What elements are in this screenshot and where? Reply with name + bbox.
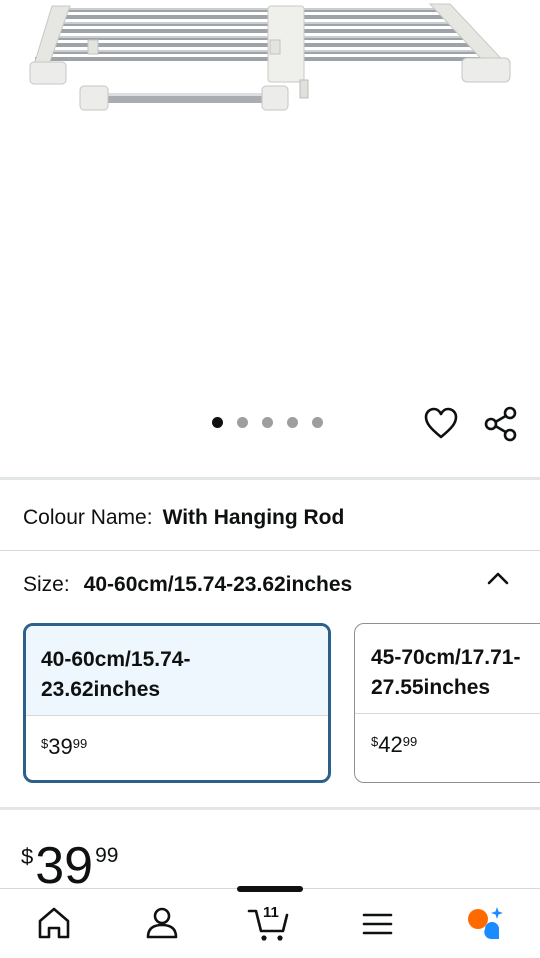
colour-value: With Hanging Rod: [162, 506, 345, 529]
heart-icon: [424, 407, 458, 439]
price-whole: 39: [35, 837, 94, 895]
colour-label: Colour Name:: [23, 506, 153, 529]
currency-symbol: $: [21, 844, 34, 869]
price-fraction: 99: [72, 736, 88, 751]
cart-count-badge: 11: [263, 904, 279, 921]
section-divider: [0, 477, 540, 480]
size-selection[interactable]: Size: 40-60cm/15.74-23.62inches: [23, 573, 352, 597]
assistant-icon: [468, 907, 503, 940]
home-icon: [38, 907, 70, 939]
carousel-dot[interactable]: [262, 417, 273, 428]
size-option-40-60cm[interactable]: 40-60cm/15.74- 23.62inches $ 39 99: [23, 623, 331, 783]
size-value: 40-60cm/15.74-23.62inches: [83, 573, 353, 596]
share-icon: [484, 406, 517, 442]
size-option-label: 45-70cm/17.71- 27.55inches: [355, 624, 540, 714]
nav-menu[interactable]: [355, 903, 399, 943]
menu-icon: [362, 913, 393, 935]
collapse-size-button[interactable]: [484, 566, 512, 590]
size-option-price: $ 42 99: [355, 714, 540, 758]
nav-home[interactable]: [32, 903, 76, 943]
image-carousel-dots[interactable]: [212, 417, 323, 428]
currency-symbol: $: [41, 736, 49, 751]
nav-cart[interactable]: 11: [247, 903, 291, 943]
price-whole: 42: [378, 732, 403, 757]
nav-assistant[interactable]: [463, 903, 507, 943]
colour-selection: Colour Name: With Hanging Rod: [23, 506, 344, 530]
account-icon: [146, 907, 178, 939]
nav-account[interactable]: [140, 903, 184, 943]
active-tab-indicator: [237, 886, 303, 892]
bottom-navigation: 11: [0, 886, 540, 958]
section-divider: [0, 807, 540, 810]
product-price: $ 39 99: [21, 836, 118, 896]
carousel-dot[interactable]: [237, 417, 248, 428]
carousel-dot[interactable]: [212, 417, 223, 428]
price-fraction: 99: [95, 844, 119, 867]
currency-symbol: $: [371, 734, 379, 749]
size-option-label: 40-60cm/15.74- 23.62inches: [26, 626, 328, 716]
share-button[interactable]: [482, 406, 520, 442]
price-fraction: 99: [402, 734, 418, 749]
carousel-dot[interactable]: [312, 417, 323, 428]
size-label: Size:: [23, 573, 70, 596]
price-whole: 39: [48, 734, 73, 759]
carousel-dot[interactable]: [287, 417, 298, 428]
size-option-price: $ 39 99: [26, 716, 328, 760]
product-image[interactable]: [0, 0, 540, 400]
shelf-rack-illustration: [29, 3, 512, 111]
chevron-up-icon: [487, 572, 509, 585]
section-divider: [0, 550, 540, 551]
size-option-45-70cm[interactable]: 45-70cm/17.71- 27.55inches $ 42 99: [354, 623, 540, 783]
wishlist-button[interactable]: [422, 406, 460, 442]
